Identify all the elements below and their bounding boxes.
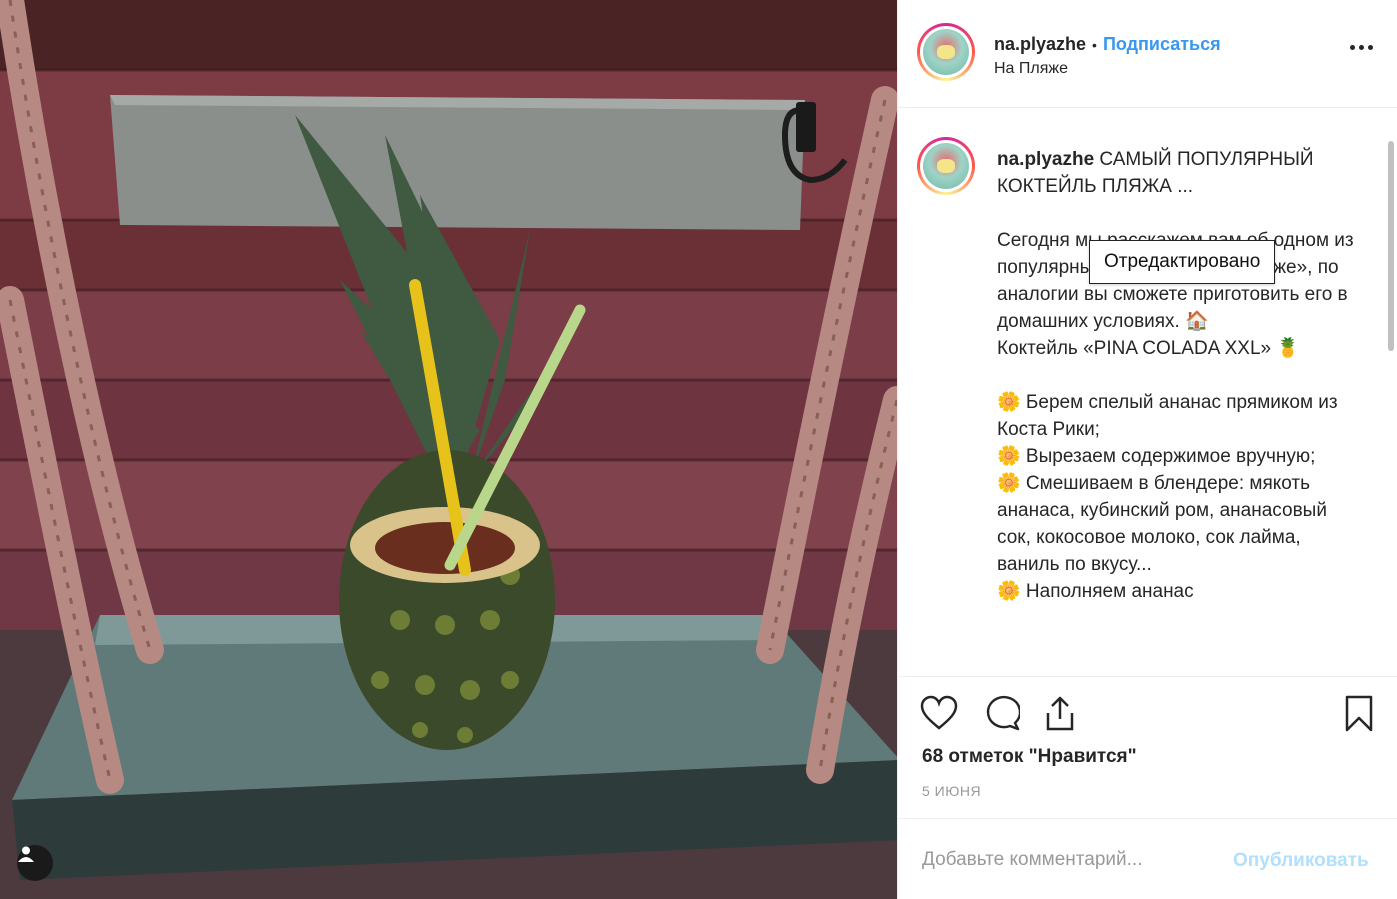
post-header: na.plyazhe • Подписаться На Пляже	[898, 0, 1397, 108]
avatar[interactable]	[917, 23, 975, 81]
likes-count[interactable]: 68 отметок "Нравится"	[922, 746, 1137, 768]
caption-avatar[interactable]	[917, 137, 975, 195]
comment-icon[interactable]	[982, 695, 1022, 736]
publish-button[interactable]: Опубликовать	[1233, 850, 1369, 872]
more-options-icon[interactable]	[1350, 45, 1373, 50]
caption-body: САМЫЙ ПОПУЛЯРНЫЙ КОКТЕЙЛЬ ПЛЯЖА ... Сего…	[997, 149, 1354, 602]
comment-form: Опубликовать	[898, 818, 1397, 899]
location-link[interactable]: На Пляже	[994, 60, 1068, 78]
scrollbar[interactable]	[1388, 141, 1394, 351]
edited-tooltip: Отредактировано	[1089, 240, 1276, 284]
post-date: 5 ИЮНЯ	[922, 783, 982, 799]
post-photo[interactable]	[0, 0, 897, 899]
username-link[interactable]: na.plyazhe	[994, 34, 1086, 55]
pineapple-cocktail-image	[0, 0, 897, 899]
bookmark-icon[interactable]	[1344, 695, 1374, 738]
caption: na.plyazhe САМЫЙ ПОПУЛЯРНЫЙ КОКТЕЙЛЬ ПЛЯ…	[997, 146, 1357, 605]
comment-input[interactable]	[922, 849, 1222, 871]
follow-button[interactable]: Подписаться	[1103, 34, 1221, 55]
caption-scroll-area[interactable]: na.plyazhe САМЫЙ ПОПУЛЯРНЫЙ КОКТЕЙЛЬ ПЛЯ…	[898, 109, 1397, 676]
caption-username[interactable]: na.plyazhe	[997, 149, 1094, 170]
heart-icon[interactable]	[920, 695, 958, 736]
separator-dot: •	[1092, 36, 1097, 53]
post-sidebar: na.plyazhe • Подписаться На Пляже na.ply…	[897, 0, 1397, 899]
profile-logo	[923, 29, 969, 75]
share-icon[interactable]	[1042, 695, 1078, 736]
user-tag-icon[interactable]	[17, 845, 53, 881]
